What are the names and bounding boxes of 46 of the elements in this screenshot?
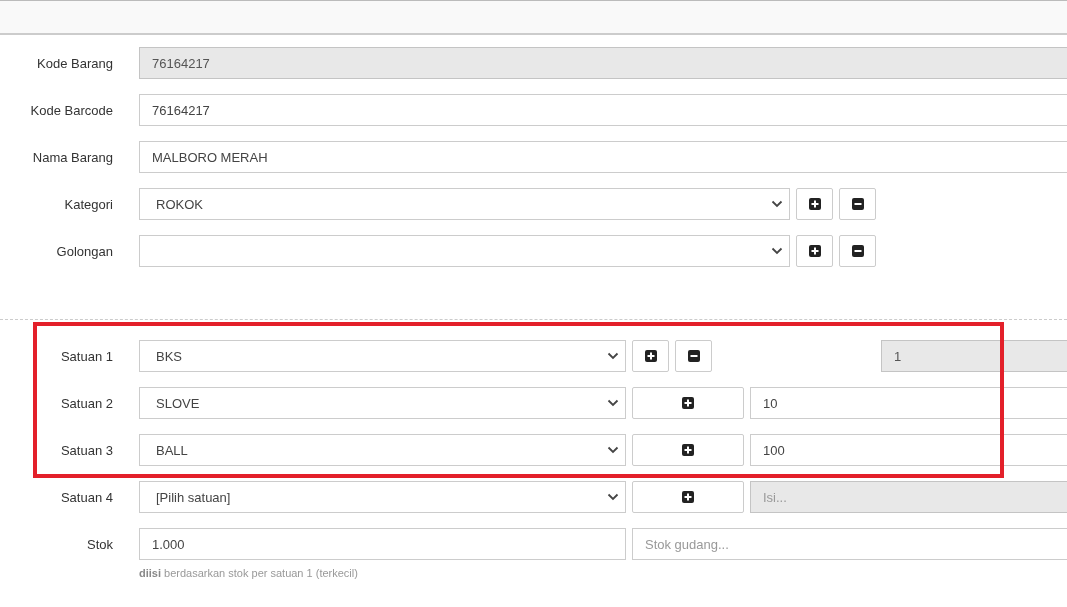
field-label: Golongan (55, 243, 113, 259)
add-button[interactable] (632, 340, 669, 372)
plus-icon (808, 245, 821, 257)
add-button[interactable] (632, 481, 744, 513)
quantity-field[interactable]: 100 (750, 434, 1067, 466)
field-label: Satuan 4 (59, 489, 113, 505)
remove-button[interactable] (839, 188, 876, 220)
select-field[interactable]: [Pilih satuan] (139, 481, 626, 513)
field-label: Kode Barang (36, 55, 113, 71)
field-label: Satuan 3 (59, 442, 113, 458)
select-field[interactable] (139, 235, 790, 267)
chevron-down-icon (607, 493, 619, 501)
select-field[interactable]: BKS (139, 340, 626, 372)
plus-icon (682, 397, 694, 409)
field-label: Kategori (63, 196, 113, 212)
stock-field[interactable]: 1.000 (139, 528, 626, 560)
remove-button[interactable] (675, 340, 712, 372)
chevron-down-icon (771, 247, 783, 255)
chevron-down-icon (771, 200, 783, 208)
field-label: Kode Barcode (29, 102, 113, 118)
add-button[interactable] (796, 188, 833, 220)
chevron-down-icon (607, 399, 619, 407)
minus-icon (687, 350, 700, 362)
add-button[interactable] (796, 235, 833, 267)
plus-icon (808, 198, 821, 210)
chevron-down-icon (607, 352, 619, 360)
chevron-down-icon (607, 446, 619, 454)
field-label: Satuan 1 (59, 348, 113, 364)
field-label: Satuan 2 (59, 395, 113, 411)
text-field[interactable]: MALBORO MERAH (139, 141, 1067, 173)
plus-icon (682, 444, 694, 456)
quantity-field[interactable]: 10 (750, 387, 1067, 419)
plus-icon (682, 491, 694, 503)
select-field[interactable]: BALL (139, 434, 626, 466)
select-field[interactable]: ROKOK (139, 188, 790, 220)
select-field[interactable]: SLOVE (139, 387, 626, 419)
add-button[interactable] (632, 434, 744, 466)
text-field[interactable]: 76164217 (139, 94, 1067, 126)
add-button[interactable] (632, 387, 744, 419)
minus-icon (851, 198, 864, 210)
remove-button[interactable] (839, 235, 876, 267)
minus-icon (851, 245, 864, 257)
plus-icon (644, 350, 657, 362)
help-text: diisi berdasarkan stok per satuan 1 (terkecil) (139, 567, 358, 579)
field-label: Nama Barang (31, 149, 113, 165)
field-label: Stok (86, 536, 113, 552)
